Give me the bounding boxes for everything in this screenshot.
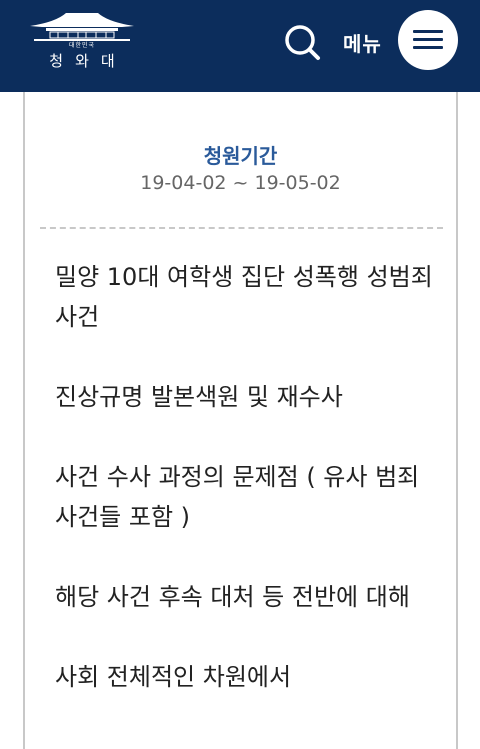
menu-button[interactable] [398,10,458,70]
content-line: 사회 전체적인 차원에서 [55,663,292,691]
petition-content: 밀양 10대 여학생 집단 성폭행 성범죄 사건 진상규명 발본색원 및 재수사… [55,257,435,737]
blue-house-roof-icon [30,13,134,41]
logo-title: 청와대 [49,52,127,70]
petition-period-range: 19-04-02 ~ 19-05-02 [140,172,341,194]
petition-card: 청원기간 19-04-02 ~ 19-05-02 밀양 10대 여학생 집단 성… [23,92,458,749]
cheongwadae-logo[interactable]: 대한민국 청와대 [26,10,138,72]
content-line: 해당 사건 후속 대처 등 전반에 대해 [55,583,410,611]
logo-subtitle: 대한민국 [68,42,96,49]
dashed-divider [40,227,443,229]
search-icon [285,25,320,60]
content-line: 밀양 10대 여학생 집단 성폭행 성범죄 사건 [55,263,433,331]
content-line: 진상규명 발본색원 및 재수사 [55,383,343,411]
hamburger-line [413,46,443,49]
content-line: 사건 수사 과정의 문제점 ( 유사 범죄 사건들 포함 ) [55,463,420,531]
site-header: 대한민국 청와대 메뉴 [0,0,480,92]
petition-period-label: 청원기간 [203,144,278,168]
hamburger-icon [413,30,443,33]
hamburger-line [413,38,443,41]
search-button[interactable] [282,22,322,62]
menu-label[interactable]: 메뉴 [343,28,382,57]
